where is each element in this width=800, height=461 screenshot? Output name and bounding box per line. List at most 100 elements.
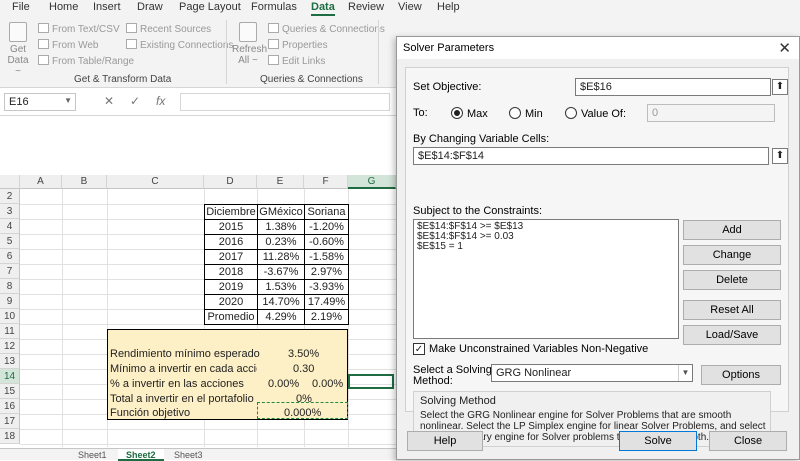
tab-view[interactable]: View — [398, 1, 422, 13]
enter-icon[interactable]: ✓ — [130, 94, 140, 108]
insert-function-icon[interactable]: fx — [156, 94, 165, 108]
col-header-b[interactable]: B — [62, 175, 107, 189]
row-header[interactable]: 2 — [0, 189, 20, 204]
row-header[interactable]: 15 — [0, 384, 20, 399]
table-cell[interactable]: 14.70% — [257, 294, 305, 310]
table-cell[interactable]: 2020 — [204, 294, 258, 310]
cancel-icon[interactable]: ✕ — [104, 94, 114, 108]
formula-input[interactable] — [180, 93, 390, 111]
properties-button[interactable]: Properties — [268, 39, 328, 51]
max-radio[interactable] — [451, 107, 463, 119]
collapse-objective-icon[interactable]: ⬆ — [772, 79, 788, 95]
row-header[interactable]: 12 — [0, 339, 20, 354]
table-cell[interactable]: Diciembre — [204, 204, 258, 220]
tab-help[interactable]: Help — [437, 1, 460, 13]
refresh-all-button[interactable]: Refresh All ~ — [232, 22, 267, 66]
row-header[interactable]: 10 — [0, 309, 20, 324]
min-radio[interactable] — [509, 107, 521, 119]
col-header-g[interactable]: G — [348, 175, 396, 189]
row-header[interactable]: 8 — [0, 279, 20, 294]
table-cell[interactable]: 2018 — [204, 264, 258, 280]
recent-sources-button[interactable]: Recent Sources — [126, 23, 211, 35]
existing-connections-button[interactable]: Existing Connections — [126, 39, 233, 51]
tab-data[interactable]: Data — [311, 1, 335, 16]
table-cell[interactable]: 2019 — [204, 279, 258, 295]
table-cell[interactable]: -1.58% — [304, 249, 349, 265]
sheet-tab-3[interactable]: Sheet3 — [166, 449, 211, 461]
close-button[interactable]: Close — [709, 431, 787, 451]
pct-e-value[interactable]: 0.00% — [268, 376, 299, 392]
table-cell[interactable]: 11.28% — [257, 249, 305, 265]
table-cell[interactable]: 1.53% — [257, 279, 305, 295]
value-of-input[interactable]: 0 — [647, 104, 775, 122]
tab-formulas[interactable]: Formulas — [251, 1, 297, 13]
min-label[interactable]: Mínimo a invertir en cada acción — [110, 361, 257, 377]
row-header[interactable]: 3 — [0, 204, 20, 219]
add-button[interactable]: Add — [683, 220, 781, 240]
name-box[interactable]: E16 ▼ — [4, 93, 76, 111]
unconstrained-checkbox[interactable]: ✓ — [413, 343, 425, 355]
tab-review[interactable]: Review — [348, 1, 384, 13]
tab-page-layout[interactable]: Page Layout — [179, 1, 241, 13]
change-button[interactable]: Change — [683, 245, 781, 265]
dialog-title-bar[interactable]: Solver Parameters ✕ — [397, 37, 799, 59]
delete-button[interactable]: Delete — [683, 270, 781, 290]
from-table-button[interactable]: From Table/Range — [38, 55, 134, 67]
table-cell[interactable]: -0.60% — [304, 234, 349, 250]
table-cell[interactable]: 17.49% — [304, 294, 349, 310]
value-of-radio[interactable] — [565, 107, 577, 119]
list-item[interactable]: $E$15 = 1 — [417, 242, 675, 252]
table-cell[interactable]: -1.20% — [304, 219, 349, 235]
row-header[interactable]: 14 — [0, 369, 20, 384]
get-data-button[interactable]: Get Data ~ — [4, 22, 32, 77]
set-objective-input[interactable]: $E$16 — [575, 78, 771, 96]
col-header-d[interactable]: D — [204, 175, 257, 189]
help-button[interactable]: Help — [407, 431, 483, 451]
solve-button[interactable]: Solve — [619, 431, 697, 451]
pct-label[interactable]: % a invertir en las acciones — [110, 376, 244, 392]
table-cell[interactable]: 2016 — [204, 234, 258, 250]
row-header[interactable]: 16 — [0, 399, 20, 414]
rend-value[interactable]: 3.50% — [288, 346, 319, 362]
load-save-button[interactable]: Load/Save — [683, 325, 781, 345]
table-cell[interactable]: 2.19% — [304, 309, 349, 325]
row-header[interactable]: 4 — [0, 219, 20, 234]
table-cell[interactable]: GMéxico — [257, 204, 305, 220]
row-header[interactable]: 5 — [0, 234, 20, 249]
rend-label[interactable]: Rendimiento mínimo esperado — [110, 346, 260, 362]
tab-draw[interactable]: Draw — [137, 1, 163, 13]
sheet-tab-2[interactable]: Sheet2 — [118, 449, 164, 461]
table-cell[interactable]: 2015 — [204, 219, 258, 235]
table-cell[interactable]: -3.67% — [257, 264, 305, 280]
table-cell[interactable]: -3.93% — [304, 279, 349, 295]
tab-file[interactable]: File — [12, 1, 30, 13]
min-value[interactable]: 0.30 — [293, 361, 314, 377]
row-header[interactable]: 9 — [0, 294, 20, 309]
table-cell[interactable]: Promedio — [204, 309, 258, 325]
from-web-button[interactable]: From Web — [38, 39, 99, 51]
table-cell[interactable]: Soriana — [304, 204, 349, 220]
table-cell[interactable]: 4.29% — [257, 309, 305, 325]
solving-method-select[interactable]: GRG Nonlinear ▼ — [491, 364, 693, 382]
options-button[interactable]: Options — [701, 365, 781, 385]
close-icon[interactable]: ✕ — [778, 39, 791, 57]
func-label[interactable]: Función objetivo — [110, 405, 190, 421]
from-text-csv-button[interactable]: From Text/CSV — [38, 23, 120, 35]
sheet-tab-1[interactable]: Sheet1 — [70, 449, 115, 461]
row-header[interactable]: 18 — [0, 429, 20, 444]
tab-insert[interactable]: Insert — [93, 1, 121, 13]
reset-all-button[interactable]: Reset All — [683, 300, 781, 320]
row-header[interactable]: 13 — [0, 354, 20, 369]
active-cell-selection[interactable] — [348, 374, 394, 389]
edit-links-button[interactable]: Edit Links — [268, 55, 325, 67]
changing-cells-input[interactable]: $E$14:$F$14 — [413, 147, 769, 165]
table-cell[interactable]: 0.23% — [257, 234, 305, 250]
tab-home[interactable]: Home — [49, 1, 78, 13]
pct-f-value[interactable]: 0.00% — [312, 376, 343, 392]
col-header-e[interactable]: E — [257, 175, 304, 189]
col-header-c[interactable]: C — [107, 175, 204, 189]
col-header-f[interactable]: F — [304, 175, 348, 189]
row-header[interactable]: 6 — [0, 249, 20, 264]
col-header-a[interactable]: A — [20, 175, 62, 189]
table-cell[interactable]: 1.38% — [257, 219, 305, 235]
